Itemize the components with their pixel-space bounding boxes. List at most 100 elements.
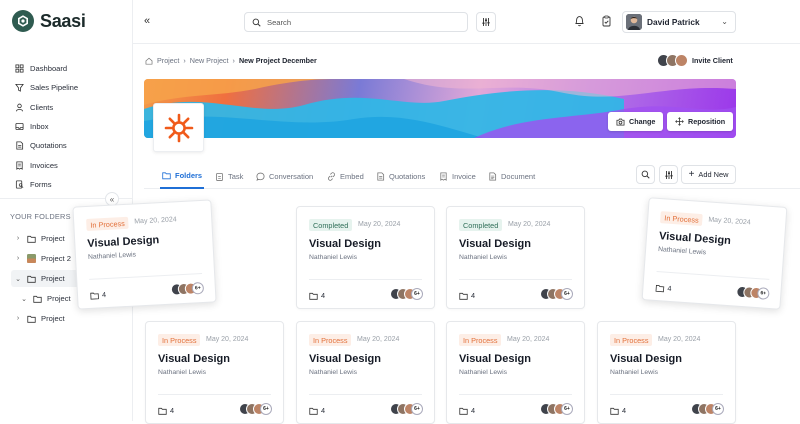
reposition-cover-button[interactable]: Reposition: [667, 112, 734, 131]
card-file-count: 4: [90, 290, 106, 300]
card-divider: [656, 271, 770, 280]
folder-icon: [27, 235, 36, 243]
project-logo[interactable]: [153, 103, 204, 152]
tab-label: Conversation: [269, 171, 314, 181]
notification-button[interactable]: [574, 15, 585, 27]
folder-tree-subitem[interactable]: ⌄ Project: [20, 290, 77, 307]
status-badge: In Process: [86, 216, 130, 231]
sidebar-item-sales-pipeline[interactable]: Sales Pipeline: [15, 78, 78, 97]
card-members[interactable]: 6+: [239, 403, 272, 415]
card-title: Visual Design: [309, 353, 381, 365]
tab-document[interactable]: Document: [488, 163, 535, 189]
card-owner: Nathaniel Lewis: [610, 369, 658, 376]
form-icon: [15, 180, 24, 189]
card-members[interactable]: 6+: [691, 403, 724, 415]
more-members-badge: 6+: [561, 403, 573, 415]
card-members[interactable]: 6+: [390, 403, 423, 415]
breadcrumb-separator: ›: [232, 56, 235, 65]
folder-card[interactable]: In Process May 20, 2024 Visual Design Natha…: [72, 199, 217, 310]
more-members-badge: 6+: [712, 403, 724, 415]
more-members-badge: 6+: [191, 281, 205, 295]
user-name: David Patrick: [647, 17, 700, 27]
app-logo[interactable]: Saasi: [12, 10, 86, 32]
folder-card[interactable]: In Process May 20, 2024 Visual Design Natha…: [296, 321, 435, 424]
card-members[interactable]: 6+: [540, 403, 573, 415]
invoice-icon: [15, 161, 24, 170]
sidebar-item-invoices[interactable]: Invoices: [15, 155, 78, 174]
user-menu[interactable]: David Patrick ⌄: [622, 11, 736, 33]
folder-filter-button[interactable]: [659, 165, 678, 184]
folder-icon: [27, 275, 36, 283]
folder-icon: [309, 292, 318, 300]
filter-button[interactable]: [476, 12, 496, 32]
card-divider: [309, 394, 422, 395]
change-label: Change: [629, 117, 656, 126]
add-new-button[interactable]: + Add New: [681, 165, 736, 184]
sidebar-toggle-icon[interactable]: «: [144, 15, 150, 27]
sidebar-item-quotations[interactable]: Quotations: [15, 136, 78, 155]
card-title: Visual Design: [459, 353, 531, 365]
folder-card[interactable]: In Process May 20, 2024 Visual Design Natha…: [145, 321, 284, 424]
change-cover-button[interactable]: Change: [608, 112, 664, 131]
invoice-icon: [439, 171, 448, 181]
card-divider: [158, 394, 271, 395]
avatar: [626, 14, 642, 30]
top-bar: « Search David Patrick ⌄: [133, 0, 800, 44]
chat-bubble-icon: [256, 172, 265, 181]
folder-card[interactable]: In Process May 20, 2024 Visual Design Natha…: [641, 197, 788, 310]
card-members[interactable]: 6+: [170, 281, 205, 296]
chevrons-up-icon: «: [109, 194, 115, 204]
folders-title: YOUR FOLDERS: [10, 212, 71, 221]
card-title: Visual Design: [158, 353, 230, 365]
tab-invoice[interactable]: Invoice: [439, 163, 476, 189]
card-divider: [309, 279, 422, 280]
status-badge: In Process: [459, 334, 502, 346]
sliders-icon: [664, 170, 674, 180]
card-file-count: 4: [309, 291, 325, 300]
tasks-button[interactable]: [601, 15, 612, 27]
search-input[interactable]: Search: [244, 12, 468, 32]
sidebar-item-clients[interactable]: Clients: [15, 98, 78, 117]
folder-tree-item[interactable]: › Project: [14, 310, 71, 327]
card-owner: Nathaniel Lewis: [459, 254, 507, 261]
tab-embed[interactable]: Embed: [327, 163, 364, 189]
card-owner: Nathaniel Lewis: [657, 246, 707, 257]
folder-tree-item[interactable]: › Project 2: [14, 250, 77, 267]
project-thumbnail-icon: [27, 254, 36, 263]
card-owner: Nathaniel Lewis: [309, 369, 357, 376]
tab-folders[interactable]: Folders: [160, 163, 205, 189]
folder-icon: [33, 295, 42, 303]
card-owner: Nathaniel Lewis: [87, 251, 137, 261]
clipboard-check-icon: [601, 15, 612, 27]
tab-quotations[interactable]: Quotations: [376, 163, 425, 189]
folder-icon: [459, 292, 468, 300]
status-badge: In Process: [610, 334, 653, 346]
sidebar-item-dashboard[interactable]: Dashboard: [15, 59, 78, 78]
folder-label: Project 2: [41, 254, 71, 263]
count-value: 4: [321, 406, 326, 415]
folder-card[interactable]: In Process May 20, 2024 Visual Design Natha…: [597, 321, 736, 424]
folder-label: Project: [41, 314, 65, 323]
card-title: Visual Design: [658, 230, 732, 248]
invite-client-button[interactable]: Invite Client: [657, 54, 733, 67]
folder-icon: [27, 315, 36, 323]
breadcrumb-link[interactable]: New Project: [190, 56, 229, 65]
home-icon: [145, 57, 153, 65]
card-members[interactable]: 6+: [735, 285, 770, 300]
sidebar-item-forms[interactable]: Forms: [15, 175, 78, 194]
card-file-count: 4: [610, 406, 626, 415]
folder-card[interactable]: In Process May 20, 2024 Visual Design Natha…: [446, 321, 585, 424]
tab-task[interactable]: Task: [215, 163, 243, 189]
tab-conversation[interactable]: Conversation: [256, 163, 313, 189]
folder-search-button[interactable]: [636, 165, 655, 184]
card-members[interactable]: 6+: [540, 288, 573, 300]
folder-tree-item[interactable]: › Project: [14, 230, 71, 247]
sidebar-item-inbox[interactable]: Inbox: [15, 117, 78, 136]
card-members[interactable]: 6+: [390, 288, 423, 300]
folder-icon: [655, 283, 665, 292]
folder-card[interactable]: Completed May 20, 2024 Visual Design Nathan…: [296, 206, 435, 309]
folder-label: Project: [41, 234, 65, 243]
folder-card[interactable]: Completed May 20, 2024 Visual Design Nathan…: [446, 206, 585, 309]
card-file-count: 4: [309, 406, 325, 415]
breadcrumb-link[interactable]: Project: [157, 56, 179, 65]
